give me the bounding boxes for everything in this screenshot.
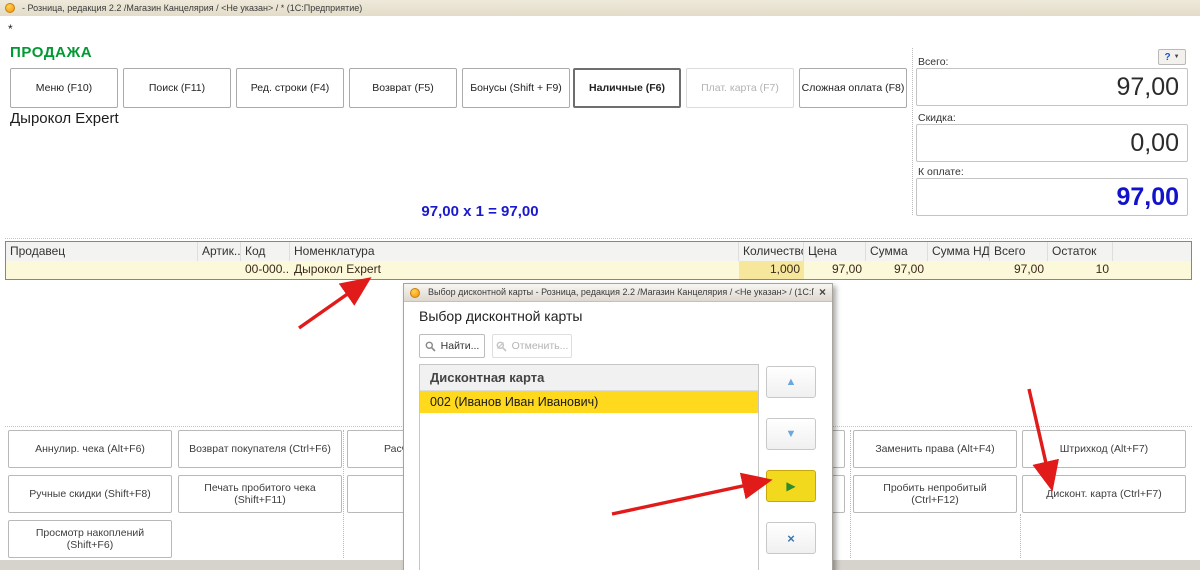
arrow-up-icon: ▲ [785,376,797,388]
discount-card-list[interactable]: Дисконтная карта 002 (Иванов Иван Иванов… [419,364,759,570]
discount-label: Скидка: [918,112,956,124]
discount-field[interactable]: 0,00 [916,124,1188,162]
total-field[interactable]: 97,00 [916,68,1188,106]
dialog-heading: Выбор дисконтной карты [419,308,583,324]
app-icon [5,3,15,13]
menu-button[interactable]: Меню (F10) [10,68,118,108]
col-code: Код [241,242,290,261]
table-top-divider [5,238,1192,239]
group-divider [343,430,344,558]
cell-sum[interactable]: 97,00 [866,261,928,279]
annul-check-button[interactable]: Аннулир. чека (Alt+F6) [8,430,172,468]
return-button[interactable]: Возврат (F5) [349,68,457,108]
close-dialog-button[interactable]: × [766,522,816,554]
window-title: - Розница, редакция 2.2 /Магазин Канцеля… [22,3,363,13]
dialog-title: Выбор дисконтной карты - Розница, редакц… [428,287,814,297]
replace-rights-button[interactable]: Заменить права (Alt+F4) [853,430,1017,468]
product-name: Дырокол Expert [10,110,119,127]
discount-card-dialog: Выбор дисконтной карты - Розница, редакц… [403,283,833,570]
group-divider [850,430,851,558]
dialog-close-icon[interactable]: × [819,285,826,299]
col-price: Цена [804,242,866,261]
help-button[interactable]: ? ▼ [1158,49,1186,65]
payable-label: К оплате: [918,166,964,178]
cell-filler [1113,261,1191,279]
cancel-search-button: Отменить... [492,334,572,358]
panel-divider [912,48,913,215]
col-article: Артик... [198,242,241,261]
move-up-button[interactable]: ▲ [766,366,816,398]
print-receipt-button[interactable]: Печать пробитого чека (Shift+F11) [178,475,342,513]
col-seller: Продавец [6,242,198,261]
cell-stock[interactable]: 10 [1048,261,1113,279]
search-button[interactable]: Поиск (F11) [123,68,231,108]
table-row[interactable]: 00-000... Дырокол Expert 1,000 97,00 97,… [6,261,1191,279]
arrow-down-icon: ▼ [785,428,797,440]
bonuses-button[interactable]: Бонусы (Shift + F9) [462,68,570,108]
cell-seller[interactable] [6,261,198,279]
cash-button[interactable]: Наличные (F6) [573,68,681,108]
col-total: Всего [990,242,1048,261]
col-qty: Количество [739,242,804,261]
list-header: Дисконтная карта [420,365,758,391]
cancel-search-label: Отменить... [511,340,569,352]
punch-unpunched-button[interactable]: Пробить непробитый (Ctrl+F12) [853,475,1017,513]
chevron-down-icon: ▼ [1173,54,1180,60]
move-down-button[interactable]: ▼ [766,418,816,450]
discount-card-button[interactable]: Дисконт. карта (Ctrl+F7) [1022,475,1186,513]
items-table[interactable]: Продавец Артик... Код Номенклатура Колич… [5,241,1192,280]
customer-return-button[interactable]: Возврат покупателя (Ctrl+F6) [178,430,342,468]
col-sum: Сумма [866,242,928,261]
col-filler [1113,242,1191,261]
window-titlebar[interactable]: - Розница, редакция 2.2 /Магазин Канцеля… [0,0,1200,16]
table-header-row: Продавец Артик... Код Номенклатура Колич… [6,242,1191,261]
annotation-arrow-product-row [298,277,372,330]
cell-article[interactable] [198,261,241,279]
cell-qty[interactable]: 1,000 [739,261,804,279]
calc-line: 97,00 x 1 = 97,00 [421,203,539,220]
play-icon: ▶ [786,479,796,493]
list-item-selected[interactable]: 002 (Иванов Иван Иванович) [420,391,758,413]
close-icon: × [787,530,795,546]
select-card-button[interactable]: ▶ [766,470,816,502]
col-item: Номенклатура [290,242,739,261]
edit-row-button[interactable]: Ред. строки (F4) [236,68,344,108]
find-button[interactable]: Найти... [419,334,485,358]
search-icon [425,341,436,352]
col-vat: Сумма НДС [928,242,990,261]
page-title: ПРОДАЖА [10,44,93,61]
payable-field[interactable]: 97,00 [916,178,1188,216]
help-icon: ? [1164,51,1171,63]
manual-discounts-button[interactable]: Ручные скидки (Shift+F8) [8,475,172,513]
cell-vat[interactable] [928,261,990,279]
cell-price[interactable]: 97,00 [804,261,866,279]
view-savings-button[interactable]: Просмотр накоплений (Shift+F6) [8,520,172,558]
dialog-titlebar[interactable]: Выбор дисконтной карты - Розница, редакц… [404,284,832,302]
barcode-button[interactable]: Штрихкод (Alt+F7) [1022,430,1186,468]
col-stock: Остаток [1048,242,1113,261]
card-button: Плат. карта (F7) [686,68,794,108]
app-icon [410,288,420,298]
total-label: Всего: [918,56,949,68]
complex-payment-button[interactable]: Сложная оплата (F8) [799,68,907,108]
cell-code[interactable]: 00-000... [241,261,290,279]
cell-item[interactable]: Дырокол Expert [290,261,739,279]
modified-marker: * [8,22,13,36]
app-window: - Розница, редакция 2.2 /Магазин Канцеля… [0,0,1200,570]
group-divider [1020,514,1021,558]
find-button-label: Найти... [440,340,480,352]
search-cancel-icon [496,341,507,352]
cell-total[interactable]: 97,00 [990,261,1048,279]
